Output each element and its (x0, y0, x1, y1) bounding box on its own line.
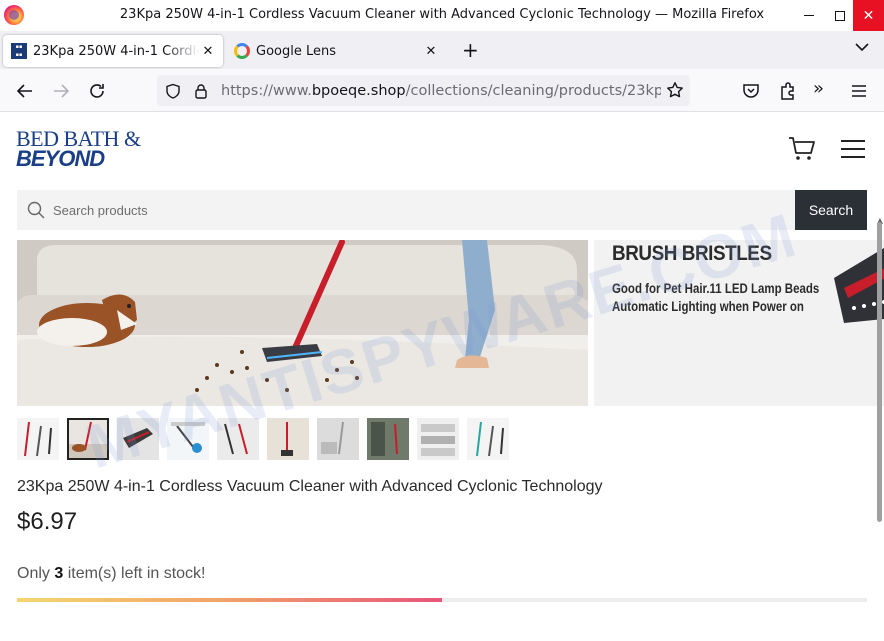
stock-progress-bar (17, 598, 867, 602)
bookmark-star-icon[interactable] (666, 81, 684, 99)
window-title: 23Kpa 250W 4-in-1 Cordless Vacuum Cleane… (119, 7, 765, 22)
page-scrollbar[interactable]: ▲ (875, 112, 884, 641)
product-price: $6.97 (17, 508, 78, 535)
thumbnail-3[interactable] (117, 418, 159, 460)
url-prefix: https://www. (221, 82, 312, 99)
list-all-tabs-chevron-down-icon[interactable] (855, 40, 869, 56)
thumbnail-9[interactable] (417, 418, 459, 460)
window-titlebar: 23Kpa 250W 4-in-1 Cordless Vacuum Cleane… (0, 0, 884, 31)
reload-icon (90, 84, 104, 98)
product-image-main[interactable] (17, 240, 588, 406)
banner-line1: Good for Pet Hair.11 LED Lamp Beads (612, 281, 820, 296)
banner-title: BRUSH BRISTLES (612, 242, 772, 265)
tab-google-lens[interactable]: Google Lens ✕ (226, 35, 446, 67)
url-bar[interactable]: https://www.bpoeqe.shop/collections/clea… (157, 75, 690, 106)
stock-count: 3 (54, 565, 64, 582)
product-title: 23Kpa 250W 4-in-1 Cordless Vacuum Cleane… (17, 478, 603, 495)
lock-icon[interactable] (193, 83, 209, 99)
tab-label: Google Lens (256, 43, 336, 59)
thumbnail-2[interactable] (67, 418, 109, 460)
reload-button[interactable] (85, 79, 109, 103)
extensions-puzzle-icon[interactable] (778, 81, 798, 101)
stock-notice: Only 3 item(s) left in stock! (17, 565, 206, 583)
close-icon: ✕ (862, 7, 875, 24)
stock-prefix: Only (17, 565, 55, 582)
search-input[interactable] (53, 190, 793, 230)
arrow-right-icon (54, 84, 70, 98)
site-logo[interactable]: BED BATH & BEYOND (16, 128, 148, 171)
thumbnail-6[interactable] (267, 418, 309, 460)
product-search-bar: Search (17, 190, 867, 230)
url-path: /collections/cleaning/products/23kpa-250… (405, 82, 661, 99)
tracking-protection-shield-icon[interactable] (165, 83, 181, 99)
minimize-icon (803, 15, 814, 16)
thumbnail-7[interactable] (317, 418, 359, 460)
product-image-secondary[interactable]: BRUSH BRISTLES Good for Pet Hair.11 LED … (594, 240, 884, 406)
tab-product-page[interactable]: ▪▪▪▪ 23Kpa 250W 4-in-1 Cordless Vacuum C… (3, 35, 223, 67)
maximize-icon (834, 10, 845, 21)
maximize-button[interactable] (824, 0, 855, 31)
search-button[interactable]: Search (795, 190, 867, 230)
thumbnail-1[interactable] (17, 418, 59, 460)
more-tools-chevrons-icon[interactable]: » (813, 78, 833, 99)
navigation-toolbar: https://www.bpoeqe.shop/collections/clea… (0, 69, 884, 112)
url-text[interactable]: https://www.bpoeqe.shop/collections/clea… (221, 83, 661, 99)
site-menu-hamburger-icon[interactable] (841, 140, 865, 158)
shopping-cart-icon[interactable] (788, 136, 816, 162)
stock-progress-fill (17, 598, 442, 602)
stock-suffix: item(s) left in stock! (63, 565, 206, 582)
search-icon (27, 201, 45, 219)
thumbnail-8[interactable] (367, 418, 409, 460)
arrow-left-icon (16, 84, 32, 98)
thumbnail-strip (17, 418, 517, 462)
thumbnail-4[interactable] (167, 418, 209, 460)
new-tab-button[interactable]: + (462, 38, 479, 62)
window-close-button[interactable]: ✕ (853, 0, 884, 31)
banner-text: Good for Pet Hair.11 LED Lamp Beads Auto… (612, 280, 819, 316)
web-page: BED BATH & BEYOND Search products Search… (0, 112, 884, 641)
bbb-favicon-icon: ▪▪ ▪▪ (11, 43, 27, 59)
google-lens-icon (234, 43, 250, 59)
app-menu-hamburger-icon[interactable] (849, 81, 869, 101)
forward-button[interactable] (49, 79, 73, 103)
tab-label: 23Kpa 250W 4-in-1 Cordless Vacuum Cleane… (33, 43, 199, 59)
url-domain: bpoeqe.shop (311, 82, 406, 99)
tab-close-icon[interactable]: ✕ (199, 44, 217, 59)
back-button[interactable] (13, 79, 37, 103)
thumbnail-5[interactable] (217, 418, 259, 460)
logo-line2: BEYOND (16, 146, 105, 171)
minimize-button[interactable] (793, 0, 824, 31)
scrollbar-thumb[interactable] (877, 222, 882, 522)
thumbnail-10[interactable] (467, 418, 509, 460)
tab-strip: ▪▪▪▪ 23Kpa 250W 4-in-1 Cordless Vacuum C… (0, 31, 884, 69)
tab-close-icon[interactable]: ✕ (422, 44, 440, 59)
pocket-icon[interactable] (741, 81, 761, 101)
banner-line2: Automatic Lighting when Power on (612, 299, 804, 314)
